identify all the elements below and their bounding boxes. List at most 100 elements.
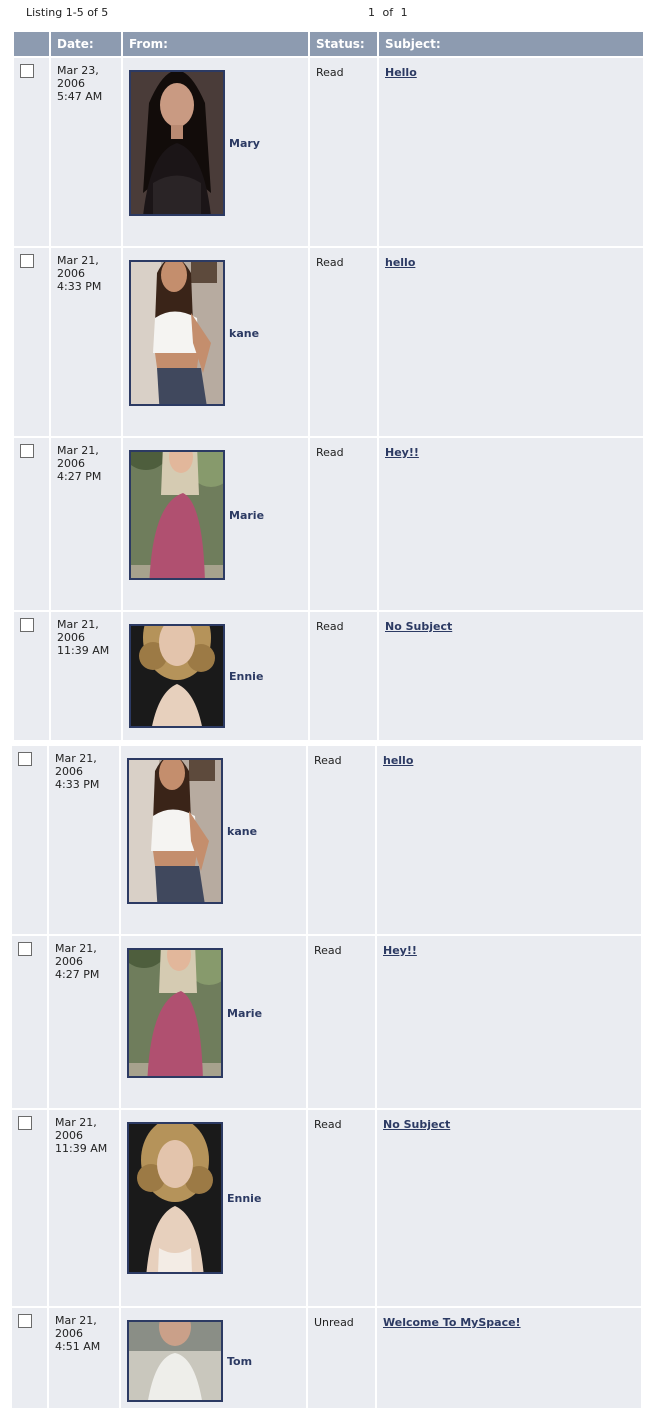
message-status: Read: [316, 256, 344, 269]
message-checkbox[interactable]: [18, 1116, 32, 1130]
sender-name[interactable]: Tom: [227, 1355, 252, 1368]
subject-cell: Hey!!: [379, 438, 643, 610]
avatar[interactable]: [129, 260, 225, 406]
message-checkbox[interactable]: [20, 254, 34, 268]
message-status: Read: [316, 446, 344, 459]
subject-cell: No Subject: [377, 1110, 641, 1306]
subject-cell: Hey!!: [377, 936, 641, 1108]
message-checkbox[interactable]: [18, 752, 32, 766]
from-cell: Ennie: [123, 612, 308, 740]
subject-cell: Welcome To MySpace!: [377, 1308, 641, 1408]
message-date: Mar 21, 2006 4:51 AM: [55, 1314, 113, 1353]
sender: Mary: [129, 64, 302, 216]
message-checkbox[interactable]: [20, 444, 34, 458]
avatar[interactable]: [129, 624, 225, 728]
sender: Ennie: [127, 1116, 300, 1274]
message-table: Date: From: Status: Subject: Mar 23, 200…: [12, 30, 645, 742]
message-status: Read: [314, 754, 342, 767]
sender: Ennie: [129, 618, 302, 728]
date-day: Mar 21,: [55, 1116, 97, 1129]
from-cell: Tom: [121, 1308, 306, 1408]
date-time: 4:27 PM: [55, 968, 100, 981]
listing-bar: Listing 1-5 of 5 1 of 1: [0, 0, 648, 28]
date-cell: Mar 23, 2006 5:47 AM: [51, 58, 121, 246]
date-time: 4:33 PM: [57, 280, 102, 293]
message-subject-link[interactable]: hello: [385, 254, 415, 269]
date-cell: Mar 21, 2006 4:33 PM: [49, 746, 119, 934]
page-number[interactable]: 1: [368, 6, 375, 19]
header-subject[interactable]: Subject:: [379, 32, 643, 56]
avatar[interactable]: [129, 450, 225, 580]
date-year: 2006: [55, 1327, 83, 1340]
sender-name[interactable]: Ennie: [229, 670, 263, 683]
sender-name[interactable]: kane: [227, 825, 257, 838]
select-cell: [14, 58, 49, 246]
message-subject-link[interactable]: Hey!!: [385, 444, 419, 459]
inbox-table-bottom: Mar 21, 2006 4:33 PM kane Read hello Mar…: [10, 744, 643, 1410]
date-day: Mar 21,: [55, 942, 97, 955]
status-cell: Read: [308, 1110, 375, 1306]
page-of: of: [382, 6, 394, 19]
page-total[interactable]: 1: [401, 6, 408, 19]
message-subject-link[interactable]: No Subject: [385, 618, 452, 633]
from-cell: Marie: [121, 936, 306, 1108]
message-date: Mar 23, 2006 5:47 AM: [57, 64, 115, 103]
date-year: 2006: [55, 955, 83, 968]
sender: Marie: [127, 942, 300, 1078]
date-cell: Mar 21, 2006 4:27 PM: [49, 936, 119, 1108]
message-date: Mar 21, 2006 4:33 PM: [55, 752, 113, 791]
date-day: Mar 21,: [57, 618, 99, 631]
message-date: Mar 21, 2006 11:39 AM: [55, 1116, 113, 1155]
date-time: 4:51 AM: [55, 1340, 101, 1353]
select-cell: [12, 936, 47, 1108]
avatar[interactable]: [127, 1122, 223, 1274]
date-year: 2006: [57, 631, 85, 644]
header-status[interactable]: Status:: [310, 32, 377, 56]
table-row: Mar 21, 2006 11:39 AM Ennie Read No Subj…: [14, 612, 643, 740]
sender-name[interactable]: Marie: [229, 509, 264, 522]
select-cell: [14, 612, 49, 740]
date-cell: Mar 21, 2006 4:51 AM: [49, 1308, 119, 1408]
message-checkbox[interactable]: [20, 618, 34, 632]
message-subject-link[interactable]: Hello: [385, 64, 417, 79]
message-date: Mar 21, 2006 11:39 AM: [57, 618, 115, 657]
inbox-table-top: Date: From: Status: Subject: Mar 23, 200…: [12, 30, 645, 742]
message-status: Read: [316, 66, 344, 79]
date-time: 11:39 AM: [55, 1142, 108, 1155]
avatar[interactable]: [127, 948, 223, 1078]
avatar[interactable]: [127, 758, 223, 904]
status-cell: Read: [310, 438, 377, 610]
sender: kane: [127, 752, 300, 904]
date-cell: Mar 21, 2006 4:33 PM: [51, 248, 121, 436]
sender-name[interactable]: Mary: [229, 137, 260, 150]
select-cell: [12, 746, 47, 934]
sender-name[interactable]: Ennie: [227, 1192, 261, 1205]
pagination: 1 of 1: [368, 6, 412, 19]
message-table-continued: Mar 21, 2006 4:33 PM kane Read hello Mar…: [10, 744, 643, 1410]
date-cell: Mar 21, 2006 11:39 AM: [49, 1110, 119, 1306]
header-from[interactable]: From:: [123, 32, 308, 56]
from-cell: Marie: [123, 438, 308, 610]
from-cell: Mary: [123, 58, 308, 246]
message-checkbox[interactable]: [18, 942, 32, 956]
avatar[interactable]: [129, 70, 225, 216]
message-subject-link[interactable]: Hey!!: [383, 942, 417, 957]
avatar[interactable]: [127, 1320, 223, 1402]
listing-count: Listing 1-5 of 5: [26, 6, 109, 19]
message-checkbox[interactable]: [20, 64, 34, 78]
message-subject-link[interactable]: No Subject: [383, 1116, 450, 1131]
date-cell: Mar 21, 2006 4:27 PM: [51, 438, 121, 610]
table-row: Mar 23, 2006 5:47 AM Mary Read Hello: [14, 58, 643, 246]
date-year: 2006: [57, 267, 85, 280]
message-subject-link[interactable]: hello: [383, 752, 413, 767]
date-year: 2006: [55, 1129, 83, 1142]
subject-cell: No Subject: [379, 612, 643, 740]
header-date[interactable]: Date:: [51, 32, 121, 56]
sender-name[interactable]: kane: [229, 327, 259, 340]
message-checkbox[interactable]: [18, 1314, 32, 1328]
date-day: Mar 21,: [55, 1314, 97, 1327]
status-cell: Read: [308, 746, 375, 934]
message-subject-link[interactable]: Welcome To MySpace!: [383, 1314, 521, 1329]
sender-name[interactable]: Marie: [227, 1007, 262, 1020]
table-row: Mar 21, 2006 4:27 PM Marie Read Hey!!: [12, 936, 641, 1108]
